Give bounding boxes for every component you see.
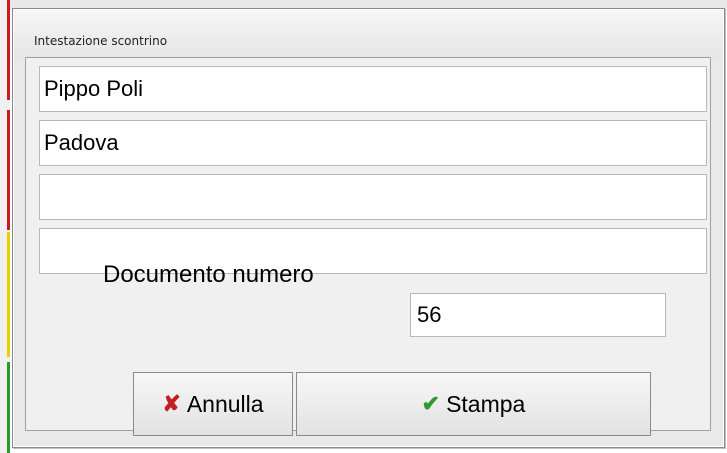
- print-button[interactable]: ✔ Stampa: [296, 372, 651, 436]
- document-number-label: Documento numero: [103, 261, 314, 288]
- x-icon: ✘: [162, 391, 181, 416]
- status-strip-yellow: [7, 232, 10, 357]
- check-icon: ✔: [421, 391, 441, 416]
- status-strip-red: [7, 110, 10, 230]
- status-strip-green: [7, 362, 10, 453]
- print-button-label: Stampa: [446, 390, 526, 417]
- header-line-2-input[interactable]: [39, 120, 707, 166]
- header-line-1-input[interactable]: [39, 66, 707, 112]
- dialog-titlebar[interactable]: Intestazione scontrino: [14, 10, 723, 58]
- dialog-title: Intestazione scontrino: [34, 34, 168, 48]
- header-line-3-input[interactable]: [39, 174, 707, 220]
- cancel-button-label: Annulla: [186, 390, 264, 417]
- cancel-button[interactable]: ✘ Annulla: [133, 372, 293, 436]
- background-window-edge: [0, 0, 10, 453]
- document-number-input[interactable]: [410, 293, 666, 337]
- header-dialog: Intestazione scontrino Documento numero …: [12, 8, 725, 448]
- status-strip-red: [7, 0, 10, 100]
